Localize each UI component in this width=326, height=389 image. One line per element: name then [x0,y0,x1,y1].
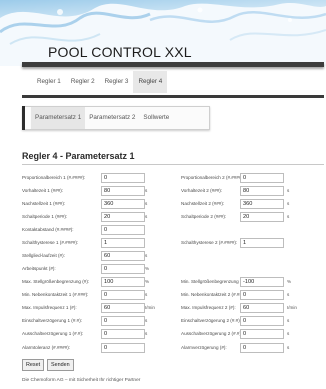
right-field-label: Nachstellzeit 2 (###): [181,201,225,206]
right-field-unit: s [287,292,290,297]
right-field-unit: s [287,188,290,193]
right-field-label: Min. Stellgrößenbegrenzung (#): [181,279,247,284]
left-field-unit: % [145,266,150,271]
left-field-input[interactable]: 0 [101,264,145,274]
tab-parametersatz-1[interactable]: Parametersatz 1 [31,107,86,129]
left-field-input[interactable]: 0 [101,290,145,300]
right-field-input[interactable]: 0 [240,290,284,300]
main-tabs-divider [22,95,324,98]
left-field-label: Max. Stellgrößenbegrenzung (#): [22,279,90,284]
right-field-label: Einschaltverzögerung 2 (#.#): [181,318,242,323]
left-field-unit: s [145,214,148,219]
left-field-unit: % [145,279,150,284]
right-field-input[interactable]: 1 [240,238,284,248]
right-field-unit: % [287,279,292,284]
left-field-label: Schalthysterese 1 (#.####): [22,240,79,245]
left-field-label: Min. Nebenkontaktzeit 1 (#.###): [22,292,89,297]
right-field-unit: I/min [287,305,297,310]
right-field-unit: s [287,331,290,336]
left-field-input[interactable]: 0 [101,173,145,183]
left-field-label: Kontaktabstand (#.####): [22,227,74,232]
right-field-label: Schalthysterese 2 (#.####): [181,240,238,245]
section-title: Regler 4 - Parametersatz 1 [22,151,135,161]
left-field-label: Vorhaltezeit 1 (###): [22,188,64,193]
main-tabs: Regler 1 Regler 2 Regler 3 Regler 4 [32,71,168,93]
app-header: POOL CONTROL XXL [0,0,326,66]
tab-regler-1[interactable]: Regler 1 [32,71,66,93]
right-field-input[interactable]: 0 [240,173,284,183]
left-field-label: Alarmtoleranz (#.####): [22,345,71,350]
left-field-unit: s [145,188,148,193]
left-field-unit: s [145,292,148,297]
send-button[interactable]: Senden [47,359,74,371]
left-field-input[interactable]: 80 [101,186,145,196]
right-field-input[interactable]: -100 [240,277,284,287]
left-field-unit: I/min [145,305,155,310]
left-field-input[interactable]: 60 [101,251,145,261]
right-field-label: Alarmverzögerung (#): [181,345,227,350]
left-field-label: Einschaltverzögerung 1 (#.#): [22,318,83,323]
right-field-unit: s [287,201,290,206]
left-field-input[interactable]: 60 [101,303,145,313]
footer-text: Die Chemoform AG – mit Sicherheit Ihr ri… [22,378,141,383]
left-field-input[interactable]: 20 [101,212,145,222]
left-field-input[interactable]: 360 [101,199,145,209]
left-field-input[interactable]: 0 [101,329,145,339]
right-field-input[interactable]: 0 [240,343,284,353]
tab-parametersatz-2[interactable]: Parametersatz 2 [85,107,139,129]
sub-tabs: Parametersatz 1 Parametersatz 2 Sollwert… [31,107,173,129]
right-field-label: Ausschaltverzögerung 2 (#.#): [181,331,243,336]
right-field-unit: s [287,318,290,323]
right-field-input[interactable]: 60 [240,303,284,313]
left-field-label: Stellglied-laufzeit (#): [22,253,65,258]
tab-sollwerte[interactable]: Sollwerte [139,107,173,129]
left-field-label: Ausschaltverzögerung 1 (#.#): [22,331,84,336]
right-field-unit: s [287,345,290,350]
sub-tabs-accent [22,106,25,130]
right-field-label: Schaltperiode 2 (###): [181,214,227,219]
right-field-label: Max. Impulsfrequenz 2 (#): [181,305,236,310]
left-field-label: Proportionalbereich 1 (#.####): [22,175,86,180]
app-title: POOL CONTROL XXL [48,44,192,60]
left-field-unit: s [145,201,148,206]
right-field-label: Vorhaltezeit 2 (###): [181,188,223,193]
left-field-input[interactable]: 0 [101,225,145,235]
left-field-label: Max. Impulsfrequenz 1 (#): [22,305,77,310]
right-field-label: Proportionalbereich 2 (#.####): [181,175,245,180]
left-field-unit: s [145,318,148,323]
tab-regler-4[interactable]: Regler 4 [133,71,168,93]
left-field-input[interactable]: 0 [101,316,145,326]
right-field-label: Min. Nebenkontaktzeit 2 (#.###): [181,292,248,297]
left-field-input[interactable]: 100 [101,277,145,287]
right-field-input[interactable]: 0 [240,316,284,326]
left-field-label: Arbeitspunkt (#): [22,266,56,271]
right-field-input[interactable]: 0 [240,329,284,339]
right-field-input[interactable]: 20 [240,212,284,222]
header-divider [22,62,324,67]
right-field-input[interactable]: 360 [240,199,284,209]
section-divider [22,164,324,165]
left-field-unit: s [145,331,148,336]
tab-regler-3[interactable]: Regler 3 [100,71,134,93]
tab-regler-2[interactable]: Regler 2 [66,71,100,93]
right-field-input[interactable]: 80 [240,186,284,196]
reset-button[interactable]: Reset [22,359,45,371]
left-field-unit: s [145,253,148,258]
left-field-input[interactable]: 0 [101,343,145,353]
left-field-input[interactable]: 1 [101,238,145,248]
left-field-label: Schaltperiode 1 (###): [22,214,68,219]
left-field-label: Nachstellzeit 1 (###): [22,201,66,206]
right-field-unit: s [287,214,290,219]
